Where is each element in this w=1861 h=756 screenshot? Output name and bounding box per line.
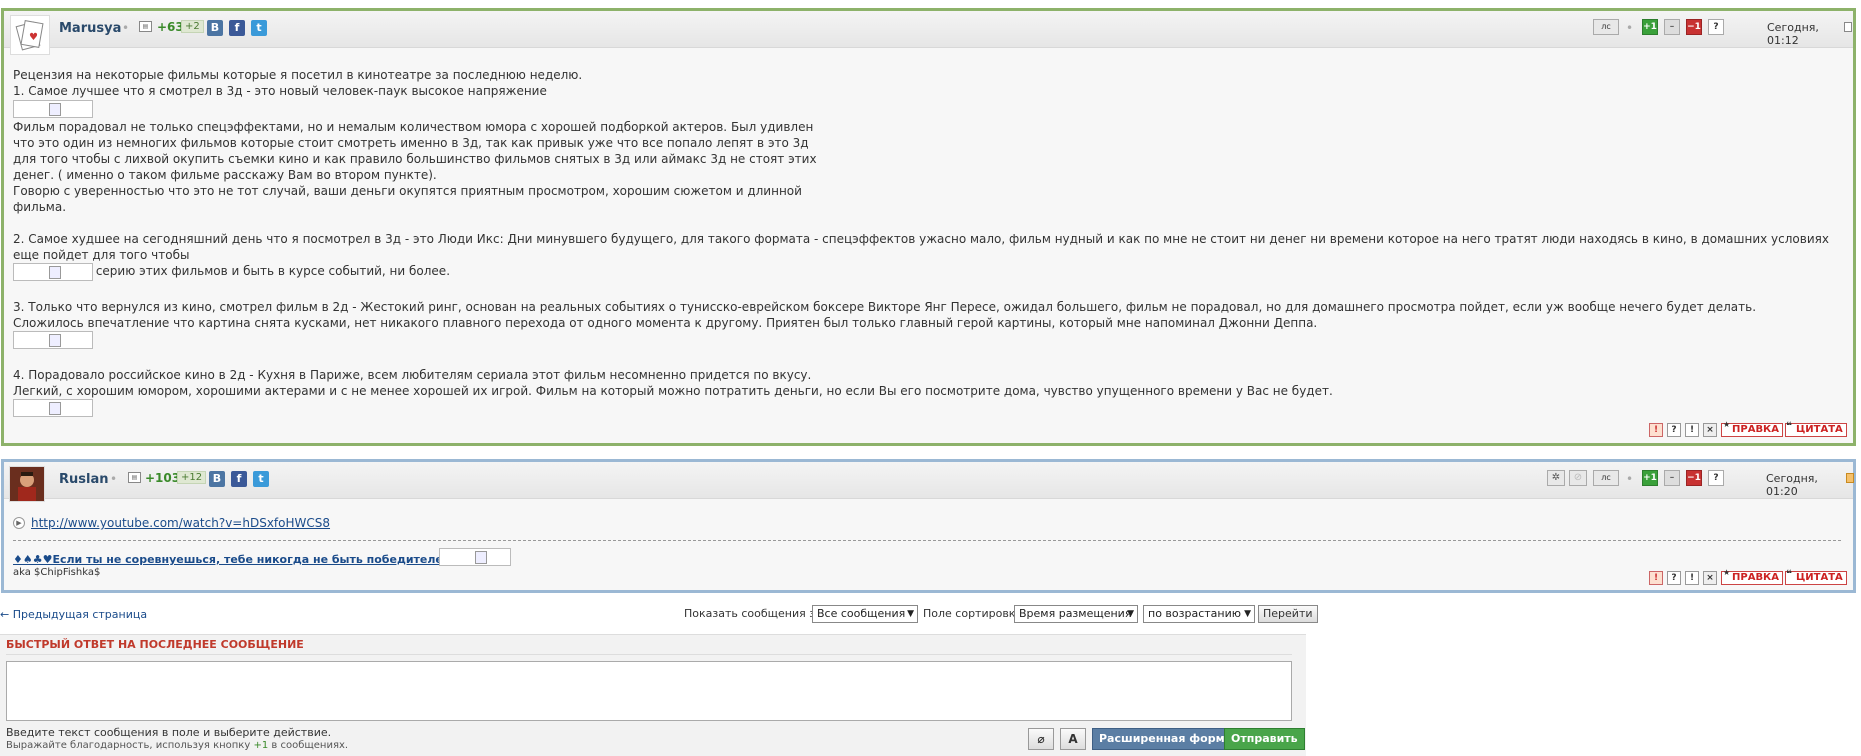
broken-image-icon: [13, 100, 93, 118]
quick-reply-hint: Введите текст сообщения в поле и выберит…: [6, 726, 332, 739]
signature-aka: aka $ChipFishka$: [13, 567, 101, 578]
youtube-link[interactable]: http://www.youtube.com/watch?v=hDSxfoHWC…: [31, 516, 330, 530]
warning-icon[interactable]: !: [1685, 423, 1699, 437]
select-value: по возрастанию: [1148, 607, 1242, 620]
attach-icon[interactable]: ⌀: [1028, 728, 1054, 750]
rep-neutral-button[interactable]: –: [1664, 19, 1680, 35]
hint-text: Выражайте благодарность, используя кнопк…: [6, 740, 254, 751]
author-name[interactable]: Marusya: [59, 21, 121, 36]
author-name[interactable]: Ruslan: [59, 472, 109, 487]
rep-plus-button[interactable]: +1: [1642, 19, 1658, 35]
select-value: Все сообщения: [817, 607, 906, 620]
video-play-icon: ▶: [13, 517, 25, 529]
broken-image-icon: [13, 399, 93, 417]
avatar[interactable]: ♥: [10, 15, 50, 55]
go-button[interactable]: Перейти: [1258, 605, 1318, 623]
warning-icon[interactable]: !: [1685, 571, 1699, 585]
gear-icon[interactable]: ✲: [1547, 470, 1565, 486]
select-value: Время размещения: [1019, 607, 1132, 620]
quick-reply-panel: БЫСТРЫЙ ОТВЕТ НА ПОСЛЕДНЕЕ СООБЩЕНИЕ Вве…: [0, 634, 1306, 756]
extended-form-button[interactable]: Расширенная форма: [1092, 728, 1240, 750]
font-format-button[interactable]: A: [1060, 728, 1086, 750]
ignore-user-icon[interactable]: ⊘: [1569, 470, 1587, 486]
post-actions: ! ? ! × ПРАВКА ЦИТАТА: [1649, 419, 1849, 437]
twitter-share-icon[interactable]: t: [253, 471, 269, 487]
edit-button[interactable]: ПРАВКА: [1721, 419, 1783, 437]
hint-text: в сообщениях.: [268, 740, 349, 751]
reputation: +103: [145, 471, 181, 485]
hint-plus-one: +1: [253, 740, 269, 751]
report-icon[interactable]: !: [1649, 423, 1663, 437]
signature-divider: [13, 540, 1841, 541]
sort-field-select[interactable]: Время размещения ▼: [1014, 605, 1138, 623]
profile-card-icon[interactable]: ▤: [128, 472, 141, 483]
signature-link[interactable]: ♦♠♣♥Если ты не соревнуешься, тебе никогд…: [13, 553, 495, 566]
edit-button[interactable]: ПРАВКА: [1721, 567, 1783, 585]
profile-card-icon[interactable]: ▤: [139, 21, 152, 32]
sort-field-label: Поле сортировки: [923, 607, 1023, 620]
post-paragraph: Фильм порадовал не только спецэффектами,…: [13, 120, 817, 214]
prev-page-link[interactable]: ← Предыдущая страница: [0, 608, 147, 621]
rep-plus-button[interactable]: +1: [1642, 470, 1658, 486]
post-line: 1. Самое лучшее что я смотрел в 3д - это…: [13, 84, 547, 98]
rep-help-button[interactable]: ?: [1708, 19, 1724, 35]
post-paragraph: 3. Только что вернулся из кино, смотрел …: [13, 300, 1757, 330]
post-link-icon[interactable]: [1844, 22, 1852, 32]
quick-reply-textarea[interactable]: [6, 661, 1292, 721]
avatar[interactable]: [9, 466, 45, 502]
show-messages-label: Показать сообщения за:: [684, 607, 826, 620]
separator-dot: •: [1626, 21, 1634, 35]
post-header: Ruslan • ▤ +103 +12 B f t ✲ ⊘ лс • +1 – …: [4, 462, 1854, 502]
quick-reply-divider: [6, 654, 1292, 655]
post-line: Рецензия на некоторые фильмы которые я п…: [13, 68, 583, 82]
reputation: +63: [157, 20, 184, 34]
broken-image-icon: [439, 548, 511, 566]
facebook-share-icon[interactable]: f: [231, 471, 247, 487]
sort-order-select[interactable]: по возрастанию ▼: [1143, 605, 1255, 623]
post-actions: ! ? ! × ПРАВКА ЦИТАТА: [1649, 567, 1849, 585]
chevron-down-icon: ▼: [1127, 609, 1134, 619]
quick-reply-hint-thanks: Выражайте благодарность, используя кнопк…: [6, 740, 348, 751]
vk-share-icon[interactable]: B: [207, 20, 223, 36]
chevron-down-icon: ▼: [907, 609, 914, 619]
quick-reply-title: БЫСТРЫЙ ОТВЕТ НА ПОСЛЕДНЕЕ СООБЩЕНИЕ: [6, 638, 304, 651]
rep-minus-button[interactable]: −1: [1686, 19, 1702, 35]
twitter-share-icon[interactable]: t: [251, 20, 267, 36]
post-paragraph: 4. Порадовало российское кино в 2д - Кух…: [13, 368, 1333, 398]
broken-image-icon: [13, 263, 93, 281]
quote-button[interactable]: ЦИТАТА: [1785, 421, 1847, 437]
post-header: ♥ Marusya • ▤ +63 +2 B f t лс • +1 – −1 …: [4, 11, 1853, 55]
rep-neutral-button[interactable]: –: [1664, 470, 1680, 486]
post-marusya: ♥ Marusya • ▤ +63 +2 B f t лс • +1 – −1 …: [1, 8, 1856, 446]
question-icon[interactable]: ?: [1667, 571, 1681, 585]
question-icon[interactable]: ?: [1667, 423, 1681, 437]
post-paragraph: 2. Самое худшее на сегодняшний день что …: [13, 232, 1829, 278]
reputation-delta: +12: [177, 471, 207, 484]
separator-dot: •: [1626, 472, 1634, 486]
private-message-button[interactable]: лс: [1593, 19, 1619, 35]
avatar-image: [10, 467, 44, 501]
post-ruslan: Ruslan • ▤ +103 +12 B f t ✲ ⊘ лс • +1 – …: [1, 459, 1856, 593]
show-messages-select[interactable]: Все сообщения ▼: [812, 605, 918, 623]
online-dot: •: [122, 21, 130, 35]
rep-help-button[interactable]: ?: [1708, 470, 1724, 486]
send-button[interactable]: Отправить: [1224, 728, 1305, 750]
post-link-icon[interactable]: [1846, 473, 1854, 483]
quote-button[interactable]: ЦИТАТА: [1785, 569, 1847, 585]
report-icon[interactable]: !: [1649, 571, 1663, 585]
post-date: Сегодня, 01:12: [1767, 21, 1819, 47]
reputation-delta: +2: [181, 20, 204, 33]
private-message-button[interactable]: лс: [1593, 470, 1619, 486]
vk-share-icon[interactable]: B: [209, 471, 225, 487]
svg-text:♥: ♥: [29, 32, 38, 43]
chevron-down-icon: ▼: [1244, 609, 1251, 619]
delete-icon[interactable]: ×: [1703, 423, 1717, 437]
delete-icon[interactable]: ×: [1703, 571, 1717, 585]
facebook-share-icon[interactable]: f: [229, 20, 245, 36]
online-dot: •: [110, 472, 118, 486]
broken-image-icon: [13, 331, 93, 349]
post-date: Сегодня, 01:20: [1766, 472, 1818, 498]
rep-minus-button[interactable]: −1: [1686, 470, 1702, 486]
cards-avatar-icon: ♥: [15, 20, 44, 51]
